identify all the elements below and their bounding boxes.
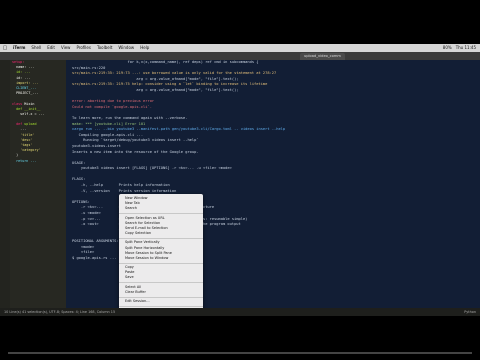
code-token: def __init__ [12, 106, 41, 111]
code-token: def [12, 122, 23, 127]
code-token: name: ... [12, 65, 35, 70]
context-menu-item[interactable]: Move Session to Window [119, 256, 203, 261]
code-token: class [12, 101, 23, 106]
menu-item-iterm[interactable]: iTerm [10, 44, 28, 52]
code-token: ... [12, 127, 27, 132]
tab-upload-video[interactable]: upload_video_comm [300, 53, 345, 60]
code-token: self.x = ... [12, 111, 45, 116]
line-number-gutter [0, 60, 10, 308]
code-token: CLIENT_... [12, 85, 37, 90]
code-token: import: ... [12, 80, 39, 85]
battery-status[interactable]: 80% [443, 44, 452, 52]
menu-separator [119, 282, 203, 284]
context-menu-item[interactable]: Clear Buffer [119, 290, 203, 295]
video-controls [0, 316, 480, 360]
menubar-status: 80% Thu 11:45 [443, 44, 476, 52]
code-editor[interactable]: setup: name: ... id: ... id: ... import:… [0, 60, 64, 308]
code-token: id: ... [12, 70, 31, 75]
menu-separator [119, 237, 203, 239]
code-token: 'tags' [12, 143, 33, 147]
code-token: 'desc' [12, 137, 33, 142]
menu-separator [119, 262, 203, 264]
code-token: upload [22, 122, 37, 127]
menu-item-toolbelt[interactable]: Toolbelt [94, 44, 115, 52]
menu-separator [119, 213, 203, 215]
context-menu-item[interactable]: Copy Selection [119, 231, 203, 236]
apple-icon[interactable]:  [0, 44, 10, 52]
menu-item-window[interactable]: Window [115, 44, 137, 52]
code-token: return ... [12, 158, 37, 163]
context-menu-item[interactable]: Edit Session... [119, 299, 203, 304]
letterbox-top [0, 0, 480, 44]
menu-separator [119, 305, 203, 307]
code-token: id: ... [12, 75, 31, 80]
status-bar: 10 Line(s) 41 selection(s), UTF-8; Space… [0, 308, 480, 316]
code-token: 'category' [12, 148, 41, 153]
menu-separator [119, 296, 203, 298]
status-left: 10 Line(s) 41 selection(s), UTF-8; Space… [4, 310, 116, 314]
video-progress-bar[interactable] [8, 352, 472, 354]
syntax-indicator[interactable]: Python [464, 308, 476, 316]
context-menu-item[interactable]: Search [119, 206, 203, 211]
menu-item-shell[interactable]: Shell [28, 44, 44, 52]
context-menu: New Window New Tab Search Open Selection as… [119, 194, 203, 316]
code-token: PROJECT_... [12, 91, 39, 96]
context-menu-item[interactable]: Save [119, 275, 203, 280]
code-token: ) [12, 153, 19, 158]
menu-item-view[interactable]: View [58, 44, 74, 52]
menu-item-help[interactable]: Help [137, 44, 152, 52]
menubar:  iTerm Shell Edit View Profiles Toolbel… [0, 44, 480, 52]
menu-item-edit[interactable]: Edit [44, 44, 58, 52]
clock[interactable]: Thu 11:45 [456, 44, 476, 52]
menu-item-profiles[interactable]: Profiles [73, 44, 94, 52]
code-token: 'title' [12, 132, 35, 137]
tab-strip: upload_video_comm [0, 52, 480, 60]
code-token: Mixin [22, 101, 35, 106]
code-token: setup: [12, 60, 25, 64]
desktop-screen:  iTerm Shell Edit View Profiles Toolbel… [0, 44, 480, 316]
